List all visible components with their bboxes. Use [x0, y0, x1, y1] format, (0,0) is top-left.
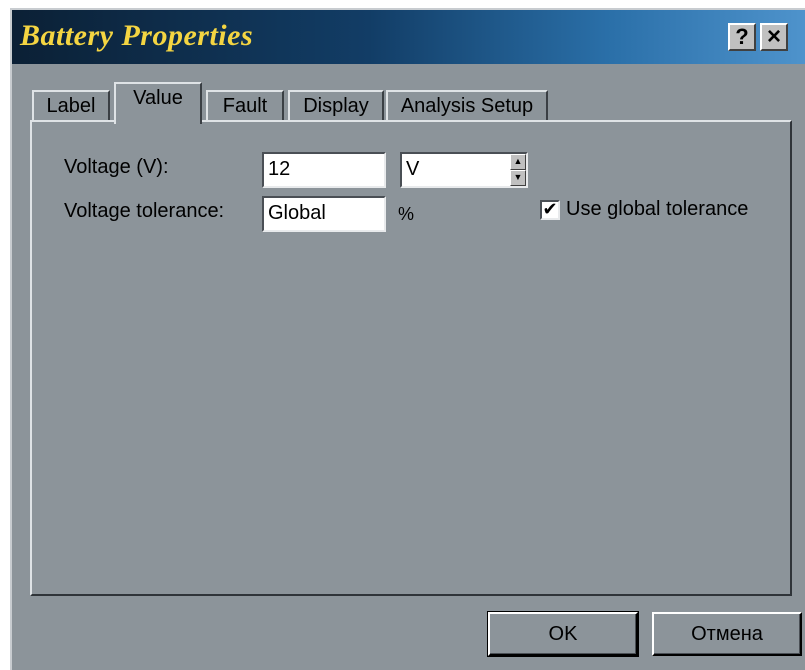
close-icon: × [766, 23, 781, 50]
spin-down-icon[interactable]: ▼ [510, 170, 526, 186]
help-icon: ? [735, 24, 749, 49]
title-bar[interactable]: Battery Properties ? × [12, 10, 805, 64]
tab-analysis-setup[interactable]: Analysis Setup [386, 90, 548, 122]
voltage-input[interactable]: 12 [262, 152, 386, 188]
dialog-title: Battery Properties [20, 19, 254, 52]
tab-fault[interactable]: Fault [206, 90, 284, 122]
tolerance-label: Voltage tolerance: [64, 200, 225, 222]
voltage-unit-spinner[interactable]: ▲ ▼ [510, 154, 526, 186]
battery-properties-dialog: Battery Properties ? × Label Value Fault… [10, 8, 805, 670]
spin-up-icon[interactable]: ▲ [510, 154, 526, 170]
help-button[interactable]: ? [728, 23, 756, 51]
voltage-unit-select[interactable]: V [400, 152, 528, 188]
voltage-label: Voltage (V): [64, 156, 169, 178]
tab-display[interactable]: Display [288, 90, 384, 122]
checkmark-icon: ✔ [542, 199, 558, 219]
voltage-unit-value: V [406, 158, 420, 180]
use-global-tolerance-checkbox[interactable]: ✔ [540, 200, 560, 220]
value-tab-panel: Voltage (V): 12 V ▲ ▼ Voltage tolerance:… [30, 120, 792, 596]
cancel-button[interactable]: Отмена [652, 612, 802, 656]
use-global-tolerance-label[interactable]: Use global tolerance [566, 198, 748, 221]
tolerance-input[interactable]: Global [262, 196, 386, 232]
tab-value[interactable]: Value [114, 82, 202, 124]
tab-strip: Label Value Fault Display Analysis Setup [32, 78, 792, 124]
tab-label[interactable]: Label [32, 90, 110, 122]
ok-button[interactable]: OK [487, 611, 639, 657]
tolerance-unit-label: % [398, 204, 415, 224]
close-button[interactable]: × [760, 23, 788, 51]
